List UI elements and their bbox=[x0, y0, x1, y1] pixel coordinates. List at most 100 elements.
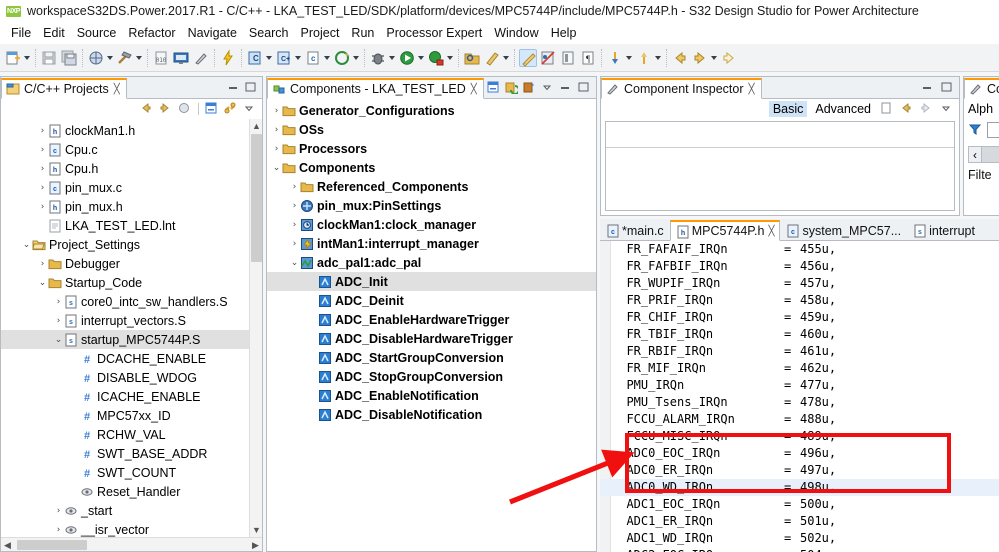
debug-config-icon[interactable] bbox=[369, 49, 387, 67]
chevron-down-icon[interactable] bbox=[625, 49, 634, 67]
close-icon[interactable]: ╳ bbox=[768, 226, 774, 237]
editor-tab[interactable]: h MPC5744P.h ╳ bbox=[669, 220, 781, 241]
tree-item[interactable]: › Debugger bbox=[1, 254, 249, 273]
tree-item[interactable]: ADC_DisableNotification bbox=[267, 405, 596, 424]
tab-cpp-projects[interactable]: C/C++ Projects ╳ bbox=[1, 78, 127, 99]
scrollbar-thumb[interactable] bbox=[251, 134, 262, 262]
refresh-components-icon[interactable] bbox=[504, 80, 520, 96]
projects-tree[interactable]: › h clockMan1.h › c Cpu.c › h Cpu.h › c pin_mux.c › h… bbox=[1, 119, 249, 537]
new-wizard-icon[interactable] bbox=[4, 49, 22, 67]
chevron-right-icon[interactable]: › bbox=[37, 145, 48, 155]
tree-item[interactable]: # ICACHE_ENABLE bbox=[1, 387, 249, 406]
chevron-right-icon[interactable]: › bbox=[37, 126, 48, 136]
components-tree[interactable]: › Generator_Configurations › OSs › Processors… bbox=[267, 99, 596, 551]
new-page-icon[interactable] bbox=[879, 101, 895, 117]
tree-item[interactable]: ADC_DisableHardwareTrigger bbox=[267, 329, 596, 348]
tree-item[interactable]: ADC_EnableHardwareTrigger bbox=[267, 310, 596, 329]
show-whitespace-icon[interactable]: ¶ bbox=[579, 49, 597, 67]
chevron-right-icon[interactable]: › bbox=[271, 144, 282, 154]
run-icon[interactable] bbox=[398, 49, 416, 67]
scroll-right-icon[interactable]: ▶ bbox=[249, 538, 262, 551]
prev-page-button[interactable]: ‹ bbox=[968, 146, 982, 163]
menu-edit[interactable]: Edit bbox=[37, 24, 71, 42]
chevron-down-icon[interactable] bbox=[265, 49, 274, 67]
back-arrow-icon[interactable] bbox=[899, 101, 915, 117]
chevron-down-icon[interactable]: ⌄ bbox=[21, 240, 32, 250]
tree-item[interactable]: Reset_Handler bbox=[1, 482, 249, 501]
code-line[interactable]: FR_WUPIF_IRQn = 457u, bbox=[600, 275, 999, 292]
chevron-right-icon[interactable]: › bbox=[53, 316, 64, 326]
previous-annotation-icon[interactable] bbox=[635, 49, 653, 67]
projects-vertical-scrollbar[interactable]: ▲ ▼ bbox=[249, 119, 262, 537]
code-line[interactable]: FCCU_MISC_IRQn = 489u, bbox=[600, 428, 999, 445]
menu-window[interactable]: Window bbox=[488, 24, 544, 42]
build-hammer-icon[interactable] bbox=[116, 49, 134, 67]
tree-item[interactable]: ADC_Deinit bbox=[267, 291, 596, 310]
tree-item[interactable]: › _start bbox=[1, 501, 249, 520]
skip-breakpoints-icon[interactable] bbox=[539, 49, 557, 67]
forward-history-icon[interactable] bbox=[691, 49, 709, 67]
tree-item[interactable]: # SWT_COUNT bbox=[1, 463, 249, 482]
inspector-mode-basic[interactable]: Basic bbox=[768, 101, 808, 117]
filter-input[interactable] bbox=[987, 122, 999, 138]
tree-item[interactable]: # DCACHE_ENABLE bbox=[1, 349, 249, 368]
tree-item[interactable]: › h pin_mux.h bbox=[1, 197, 249, 216]
tree-item[interactable]: › Generator_Configurations bbox=[267, 101, 596, 120]
close-icon[interactable]: ╳ bbox=[471, 84, 477, 95]
tree-item[interactable]: › s core0_intc_sw_handlers.S bbox=[1, 292, 249, 311]
chevron-down-icon[interactable] bbox=[352, 49, 361, 67]
tree-item[interactable]: ⌄ adc_pal1:adc_pal bbox=[267, 253, 596, 272]
chevron-right-icon[interactable]: › bbox=[53, 506, 64, 516]
chevron-down-icon[interactable] bbox=[446, 49, 455, 67]
chevron-right-icon[interactable]: › bbox=[53, 525, 64, 535]
new-c-file-icon[interactable]: c bbox=[304, 49, 322, 67]
tree-item[interactable]: › h clockMan1.h bbox=[1, 121, 249, 140]
chevron-down-icon[interactable] bbox=[106, 49, 115, 67]
view-menu-icon[interactable] bbox=[939, 101, 955, 117]
save-icon[interactable] bbox=[40, 49, 58, 67]
back-history-icon[interactable] bbox=[671, 49, 689, 67]
save-all-icon[interactable] bbox=[60, 49, 78, 67]
code-line[interactable]: ADC0_WD_IRQn = 498u, bbox=[600, 479, 999, 496]
debug-icon[interactable] bbox=[87, 49, 105, 67]
maximize-icon[interactable] bbox=[939, 80, 955, 96]
tree-item[interactable]: ⌄ s startup_MPC5744P.S bbox=[1, 330, 249, 349]
tree-item[interactable]: ADC_StopGroupConversion bbox=[267, 367, 596, 386]
home-icon[interactable] bbox=[177, 101, 193, 117]
code-line[interactable]: FR_TBIF_IRQn = 460u, bbox=[600, 326, 999, 343]
chevron-right-icon[interactable]: › bbox=[271, 125, 282, 135]
next-annotation-icon[interactable] bbox=[606, 49, 624, 67]
code-line[interactable]: ADC2_EOC_IRQn=504u, bbox=[600, 547, 999, 552]
menu-run[interactable]: Run bbox=[345, 24, 380, 42]
chevron-right-icon[interactable]: › bbox=[271, 106, 282, 116]
chevron-right-icon[interactable]: › bbox=[37, 164, 48, 174]
chevron-right-icon[interactable]: › bbox=[37, 183, 48, 193]
code-line[interactable]: ADC1_EOC_IRQn = 500u, bbox=[600, 496, 999, 513]
minimize-icon[interactable] bbox=[920, 80, 936, 96]
forward-arrow-icon[interactable] bbox=[919, 101, 935, 117]
projects-horizontal-scrollbar[interactable]: ◀ ▶ bbox=[1, 537, 262, 551]
menu-search[interactable]: Search bbox=[243, 24, 295, 42]
menu-navigate[interactable]: Navigate bbox=[182, 24, 243, 42]
scroll-down-icon[interactable]: ▼ bbox=[250, 523, 262, 537]
tree-item[interactable]: # SWT_BASE_ADDR bbox=[1, 444, 249, 463]
chevron-right-icon[interactable]: › bbox=[37, 202, 48, 212]
code-line[interactable]: ADC1_ER_IRQn = 501u, bbox=[600, 513, 999, 530]
chevron-down-icon[interactable] bbox=[654, 49, 663, 67]
tree-item[interactable]: ADC_StartGroupConversion bbox=[267, 348, 596, 367]
editor-text-area[interactable]: FR_FAFAIF_IRQn = 455u, FR_FAFBIF_IRQn = 456u… bbox=[600, 241, 999, 552]
tree-item[interactable]: ADC_EnableNotification bbox=[267, 386, 596, 405]
tree-item[interactable]: ⌄ Components bbox=[267, 158, 596, 177]
close-icon[interactable]: ╳ bbox=[114, 84, 120, 95]
maximize-icon[interactable] bbox=[576, 80, 592, 96]
tree-item[interactable]: › Processors bbox=[267, 139, 596, 158]
menu-source[interactable]: Source bbox=[71, 24, 123, 42]
code-line[interactable]: FCCU_ALARM_IRQn = 488u, bbox=[600, 411, 999, 428]
chevron-down-icon[interactable] bbox=[323, 49, 332, 67]
code-line[interactable]: FR_RBIF_IRQn = 461u, bbox=[600, 343, 999, 360]
menu-file[interactable]: File bbox=[5, 24, 37, 42]
scroll-left-icon[interactable]: ◀ bbox=[1, 538, 14, 551]
clean-icon[interactable] bbox=[192, 49, 210, 67]
chevron-down-icon[interactable] bbox=[294, 49, 303, 67]
next-edit-icon[interactable] bbox=[720, 49, 738, 67]
